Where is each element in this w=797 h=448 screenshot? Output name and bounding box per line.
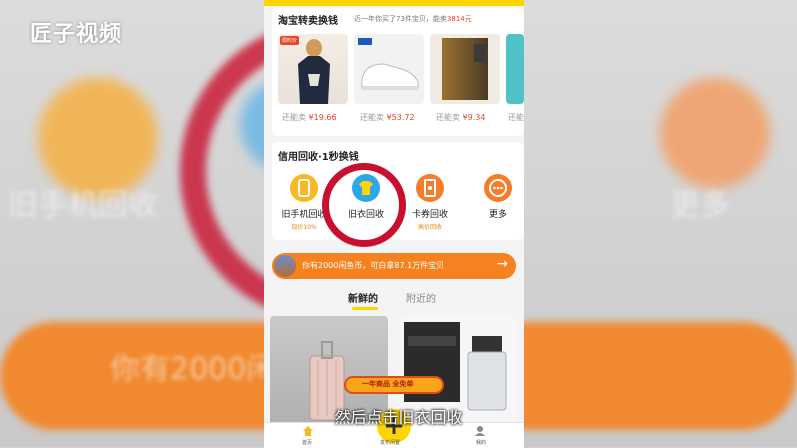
service-card-recycle[interactable]: 卡券回收 高价回收 [400,174,460,231]
product-price: 还能卖 ¥19.66 [282,113,337,122]
more-icon [484,174,512,202]
product-card[interactable]: 限时价 [278,34,348,104]
promo-badge[interactable]: 一年商品 全免单 [344,370,444,398]
nav-home[interactable]: 首页 [302,439,312,446]
product-price: 还能 [508,113,524,122]
service-label: 卡券回收 [411,210,448,220]
nav-publish[interactable]: 发布闲置 [380,439,400,446]
tab-nearby[interactable]: 附近的 [406,290,436,305]
feed-tabs: 新鲜的 附近的 [264,288,524,310]
service-note: 加价10% [291,224,317,231]
product-card[interactable] [354,34,424,104]
taobao-title: 淘宝转卖换钱 [278,16,338,27]
promo-text: 一年商品 全免单 [362,380,414,388]
service-label: 更多 [488,210,507,220]
top-bar [264,0,524,6]
video-subtitle: 然后点击旧衣回收 [334,408,463,427]
tab-fresh[interactable]: 新鲜的 [348,290,378,305]
banner-text: 你有2000闲鱼币，可白拿87.1万件宝贝 [302,261,445,270]
product-price: 还能卖 ¥53.72 [360,113,415,122]
banner-thumbnail [274,255,296,277]
watermark: 匠子视频 [30,22,123,47]
blurred-more-icon [660,78,770,188]
product-card[interactable] [430,34,500,104]
blurred-left-text: 旧手机回收 [8,188,158,223]
taobao-subtitle: 近一年你买了73件宝贝，能卖3814元 [354,15,472,23]
service-note: 高价回收 [417,224,442,231]
taobao-amount: 3814元 [446,15,472,23]
product-price: 还能卖 ¥9.34 [436,113,486,122]
active-tab-indicator [352,307,378,310]
service-more[interactable]: 更多 [468,174,524,222]
card-icon [416,174,444,202]
phone-icon [290,174,318,202]
blurred-right-text: 更多 [670,188,730,223]
product-shoe-image [358,38,419,90]
product-card[interactable] [506,34,524,104]
credit-title: 信用回收·1秒换钱 [278,152,359,163]
highlight-circle [322,163,406,247]
arrow-right-icon: → [496,256,508,272]
nav-mine[interactable]: 我的 [476,439,486,446]
product-tag: 限时价 [280,36,300,45]
xianyu-coin-banner[interactable]: 你有2000闲鱼币，可白拿87.1万件宝贝 → [272,253,516,279]
product-book-image [442,38,488,100]
taobao-resell-card[interactable]: 淘宝转卖换钱 近一年你买了73件宝贝，能卖3814元 限时价 还能卖 ¥19.6… [272,8,524,136]
